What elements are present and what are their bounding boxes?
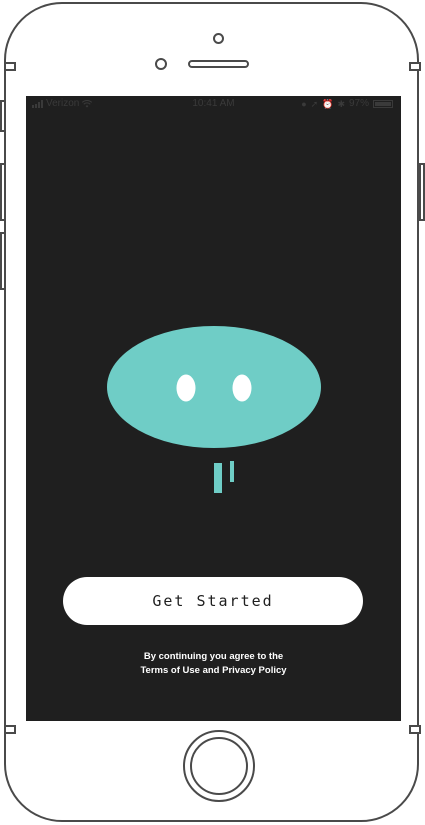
home-button-ring xyxy=(190,737,248,795)
mascot-right-eye xyxy=(232,374,252,402)
alarm-icon: ⏰ xyxy=(322,98,334,109)
earpiece-speaker xyxy=(188,60,249,68)
terms-of-use-link[interactable]: Terms of Use xyxy=(140,665,199,676)
battery-icon xyxy=(373,99,393,108)
status-bar: Verizon 10:41 AM ● ➚ ⏰ ✱ 97% xyxy=(26,96,401,112)
frame-lug xyxy=(409,62,421,71)
battery-fill xyxy=(375,101,391,106)
navigation-arrow-icon: ➚ xyxy=(310,98,319,109)
get-started-button[interactable]: Get Started xyxy=(63,577,363,625)
status-bar-right: ● ➚ ⏰ ✱ 97% xyxy=(301,98,393,109)
front-camera xyxy=(213,33,224,44)
proximity-sensor xyxy=(155,58,167,70)
battery-percent: 97% xyxy=(348,98,369,109)
home-button[interactable] xyxy=(183,730,255,802)
mascot-logo xyxy=(107,326,321,493)
app-screen: Verizon 10:41 AM ● ➚ ⏰ ✱ 97% Get Started xyxy=(26,96,401,721)
bluetooth-icon: ✱ xyxy=(337,98,345,109)
frame-lug xyxy=(409,725,421,734)
volume-up-button[interactable] xyxy=(0,163,6,221)
mascot-drip-right xyxy=(230,461,234,482)
mascot-left-eye xyxy=(176,374,196,402)
location-icon: ● xyxy=(301,98,307,109)
frame-lug xyxy=(4,725,16,734)
volume-down-button[interactable] xyxy=(0,232,6,290)
power-button[interactable] xyxy=(419,163,425,221)
frame-lug xyxy=(4,62,16,71)
mascot-body xyxy=(107,326,321,448)
legal-line-2: Terms of Use and Privacy Policy xyxy=(26,664,401,678)
legal-notice: By continuing you agree to the Terms of … xyxy=(26,650,401,678)
legal-and-text: and xyxy=(199,665,223,676)
mascot-drip-left xyxy=(214,463,222,493)
privacy-policy-link[interactable]: Privacy Policy xyxy=(222,665,286,676)
mute-switch[interactable] xyxy=(0,100,6,132)
legal-line-1: By continuing you agree to the xyxy=(143,651,284,662)
